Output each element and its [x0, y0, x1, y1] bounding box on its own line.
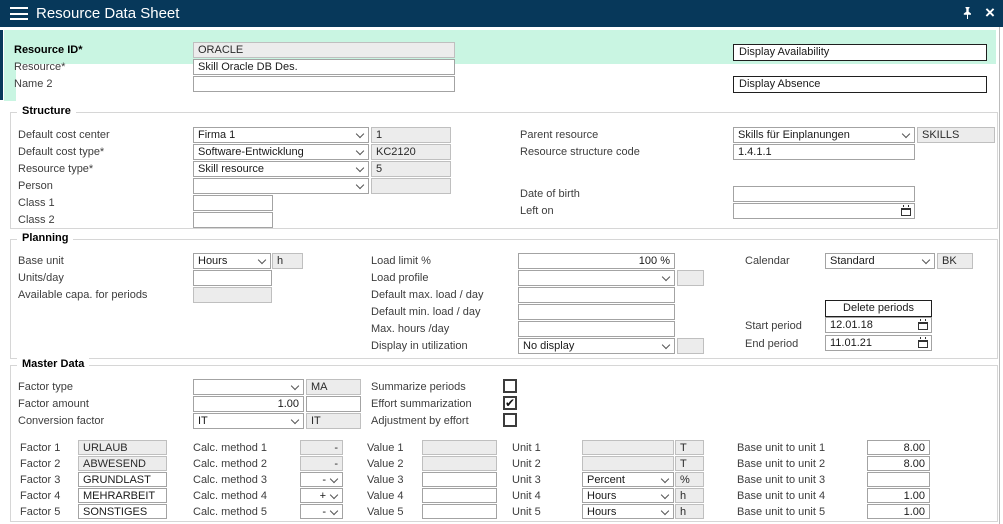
factor-name-field[interactable]: MEHRARBEIT [78, 488, 167, 503]
factor-amount-label: Factor amount [18, 396, 89, 412]
unit-label: Unit 4 [512, 488, 541, 504]
unit-dropdown[interactable]: Percent [582, 472, 674, 487]
summarize-periods-label: Summarize periods [371, 379, 466, 395]
chevron-down-icon [291, 382, 299, 390]
unit-code-field: % [675, 472, 704, 487]
factor-row-label: Factor 1 [20, 440, 60, 456]
value-label: Value 5 [367, 504, 404, 520]
master-data-section: Factor type Factor amount Conversion fac… [0, 0, 1003, 524]
chevron-down-icon [661, 475, 669, 483]
base-unit-to-unit-field[interactable]: 1.00 [867, 488, 930, 503]
value-field [422, 456, 497, 471]
effort-summarization-checkbox[interactable]: ✔ [503, 396, 517, 410]
calc-method-label: Calc. method 1 [193, 440, 267, 456]
unit-label: Unit 3 [512, 472, 541, 488]
chevron-down-icon [661, 491, 669, 499]
factor-row-label: Factor 3 [20, 472, 60, 488]
factor-row-label: Factor 2 [20, 456, 60, 472]
factor-name-field[interactable]: GRUNDLAST [78, 472, 167, 487]
base-unit-to-unit-label: Base unit to unit 2 [737, 456, 825, 472]
calc-method-label: Calc. method 5 [193, 504, 267, 520]
unit-code-field: T [675, 456, 704, 471]
base-unit-to-unit-label: Base unit to unit 1 [737, 440, 825, 456]
calc-method-label: Calc. method 3 [193, 472, 267, 488]
value-field [422, 440, 497, 455]
factor-type-code-field: MA [306, 379, 361, 395]
calc-method-dropdown[interactable]: - [300, 504, 343, 519]
conversion-factor-code-field: IT [306, 413, 361, 429]
unit-field [582, 440, 674, 455]
chevron-down-icon [330, 475, 338, 483]
base-unit-to-unit-label: Base unit to unit 3 [737, 472, 825, 488]
base-unit-to-unit-field[interactable]: 8.00 [867, 440, 930, 455]
unit-code-field: h [675, 488, 704, 503]
unit-code-field: T [675, 440, 704, 455]
unit-field [582, 456, 674, 471]
base-unit-to-unit-field[interactable]: 1.00 [867, 504, 930, 519]
calc-method-field: - [300, 456, 343, 471]
summarize-periods-checkbox[interactable] [503, 379, 517, 393]
factor-name-field: ABWESEND [78, 456, 167, 471]
base-unit-to-unit-field[interactable]: 8.00 [867, 456, 930, 471]
factor-amount-extra-field[interactable] [306, 396, 361, 412]
conversion-factor-label: Conversion factor [18, 413, 104, 429]
unit-label: Unit 5 [512, 504, 541, 520]
base-unit-to-unit-field[interactable] [867, 472, 930, 487]
calc-method-label: Calc. method 2 [193, 456, 267, 472]
factor-type-label: Factor type [18, 379, 73, 395]
unit-code-field: h [675, 504, 704, 519]
chevron-down-icon [330, 507, 338, 515]
value-label: Value 1 [367, 440, 404, 456]
value-label: Value 4 [367, 488, 404, 504]
factor-name-field: URLAUB [78, 440, 167, 455]
value-label: Value 3 [367, 472, 404, 488]
unit-dropdown[interactable]: Hours [582, 504, 674, 519]
value-field[interactable] [422, 504, 497, 519]
factor-row-label: Factor 4 [20, 488, 60, 504]
calc-method-field: - [300, 440, 343, 455]
chevron-down-icon [661, 507, 669, 515]
factor-name-field[interactable]: SONSTIGES [78, 504, 167, 519]
value-label: Value 2 [367, 456, 404, 472]
conversion-factor-dropdown[interactable]: IT [193, 413, 304, 429]
chevron-down-icon [291, 416, 299, 424]
unit-label: Unit 1 [512, 440, 541, 456]
unit-label: Unit 2 [512, 456, 541, 472]
effort-summarization-label: Effort summarization [371, 396, 472, 412]
factor-row-label: Factor 5 [20, 504, 60, 520]
calc-method-label: Calc. method 4 [193, 488, 267, 504]
base-unit-to-unit-label: Base unit to unit 5 [737, 504, 825, 520]
adjustment-by-effort-label: Adjustment by effort [371, 413, 469, 429]
calc-method-dropdown[interactable]: - [300, 472, 343, 487]
value-field[interactable] [422, 472, 497, 487]
base-unit-to-unit-label: Base unit to unit 4 [737, 488, 825, 504]
value-field[interactable] [422, 488, 497, 503]
adjustment-by-effort-checkbox[interactable] [503, 413, 517, 427]
unit-dropdown[interactable]: Hours [582, 488, 674, 503]
resource-data-sheet-window: Resource Data Sheet × Resource ID* Resou… [0, 0, 1003, 524]
chevron-down-icon [330, 491, 338, 499]
factor-amount-field[interactable]: 1.00 [193, 396, 304, 412]
factor-type-dropdown[interactable] [193, 379, 304, 395]
calc-method-dropdown[interactable]: + [300, 488, 343, 503]
